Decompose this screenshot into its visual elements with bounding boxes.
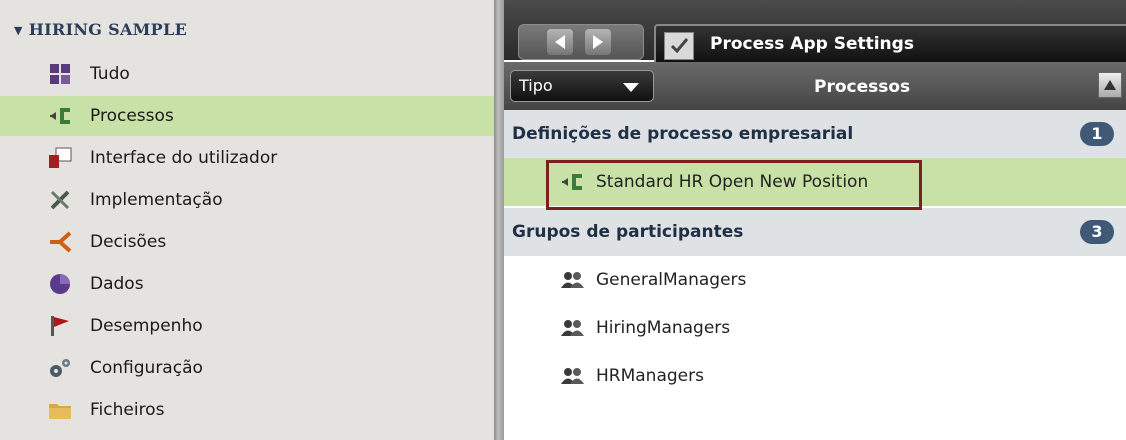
nav-item-label: Dados bbox=[90, 274, 144, 294]
collapse-triangle-icon[interactable]: ▼ bbox=[14, 24, 23, 37]
tab-title: Process App Settings bbox=[710, 34, 914, 54]
tools-icon bbox=[48, 188, 72, 212]
nav-item-implementacao[interactable]: Implementação bbox=[0, 180, 494, 220]
type-filter-label: Tipo bbox=[519, 76, 553, 95]
decision-icon bbox=[48, 230, 72, 254]
settings-check-icon bbox=[664, 32, 694, 60]
nav-item-label: Interface do utilizador bbox=[90, 148, 278, 168]
nav-item-configuracao[interactable]: Configuração bbox=[0, 348, 494, 388]
count-badge: 1 bbox=[1080, 122, 1114, 146]
chevron-down-icon bbox=[623, 83, 639, 92]
editor-topbar: Process App Settings bbox=[504, 0, 1126, 62]
nav-item-ficheiros[interactable]: Ficheiros bbox=[0, 390, 494, 430]
nav-item-interface-do-utilizador[interactable]: Interface do utilizador bbox=[0, 138, 494, 178]
content-panel: Process App Settings Tipo Processos Defi… bbox=[504, 0, 1126, 440]
group-icon bbox=[560, 318, 584, 338]
data-icon bbox=[48, 272, 72, 296]
triangle-up-icon bbox=[1104, 80, 1116, 90]
nav-item-label: Processos bbox=[90, 106, 174, 126]
nav-item-desempenho[interactable]: Desempenho bbox=[0, 306, 494, 346]
count-badge: 3 bbox=[1080, 220, 1114, 244]
nav-item-processos[interactable]: Processos bbox=[0, 96, 494, 136]
group-icon bbox=[560, 270, 584, 290]
section-business-process-definitions[interactable]: Definições de processo empresarial 1 bbox=[504, 110, 1126, 158]
nav-item-label: Decisões bbox=[90, 232, 167, 252]
back-arrow-icon bbox=[555, 35, 565, 49]
nav-item-label: Desempenho bbox=[90, 316, 203, 336]
nav-item-label: Implementação bbox=[90, 190, 223, 210]
processes-toolbar: Tipo Processos bbox=[504, 62, 1126, 110]
list-item-label: HiringManagers bbox=[596, 318, 731, 338]
list-item-generalmanagers[interactable]: GeneralManagers bbox=[504, 256, 1126, 304]
tab-process-app-settings[interactable]: Process App Settings bbox=[654, 24, 1126, 62]
nav-item-label: Tudo bbox=[90, 64, 130, 84]
user-interface-icon bbox=[48, 146, 72, 170]
type-filter-dropdown[interactable]: Tipo bbox=[510, 70, 654, 102]
nav-item-dados[interactable]: Dados bbox=[0, 264, 494, 304]
grid-icon bbox=[48, 62, 72, 86]
nav-item-tudo[interactable]: Tudo bbox=[0, 54, 494, 94]
forward-button[interactable] bbox=[585, 29, 611, 55]
nav-item-label: Configuração bbox=[90, 358, 203, 378]
collapse-panel-button[interactable] bbox=[1098, 72, 1122, 98]
nav-item-decisoes[interactable]: Decisões bbox=[0, 222, 494, 262]
section-participant-groups[interactable]: Grupos de participantes 3 bbox=[504, 208, 1126, 256]
highlight-box bbox=[546, 160, 922, 210]
back-button[interactable] bbox=[547, 29, 573, 55]
list-item-label: HRManagers bbox=[596, 366, 704, 386]
flag-icon bbox=[48, 314, 72, 338]
list-item-hrmanagers[interactable]: HRManagers bbox=[504, 352, 1126, 400]
panel-splitter[interactable] bbox=[494, 0, 504, 440]
list-item-hiringmanagers[interactable]: HiringManagers bbox=[504, 304, 1126, 352]
nav-item-label: Ficheiros bbox=[90, 400, 165, 420]
section-title: Definições de processo empresarial bbox=[512, 124, 854, 144]
list-item-label: GeneralManagers bbox=[596, 270, 747, 290]
panel-title: Processos bbox=[814, 77, 911, 97]
process-icon bbox=[48, 104, 72, 128]
library-panel: ▼ HIRING SAMPLE Tudo Processos Interface … bbox=[0, 0, 494, 440]
folder-icon bbox=[48, 398, 72, 422]
history-nav bbox=[518, 24, 644, 60]
library-header[interactable]: ▼ HIRING SAMPLE bbox=[14, 20, 187, 39]
section-title: Grupos de participantes bbox=[512, 222, 744, 242]
group-icon bbox=[560, 366, 584, 386]
forward-arrow-icon bbox=[593, 35, 603, 49]
gears-icon bbox=[48, 356, 72, 380]
